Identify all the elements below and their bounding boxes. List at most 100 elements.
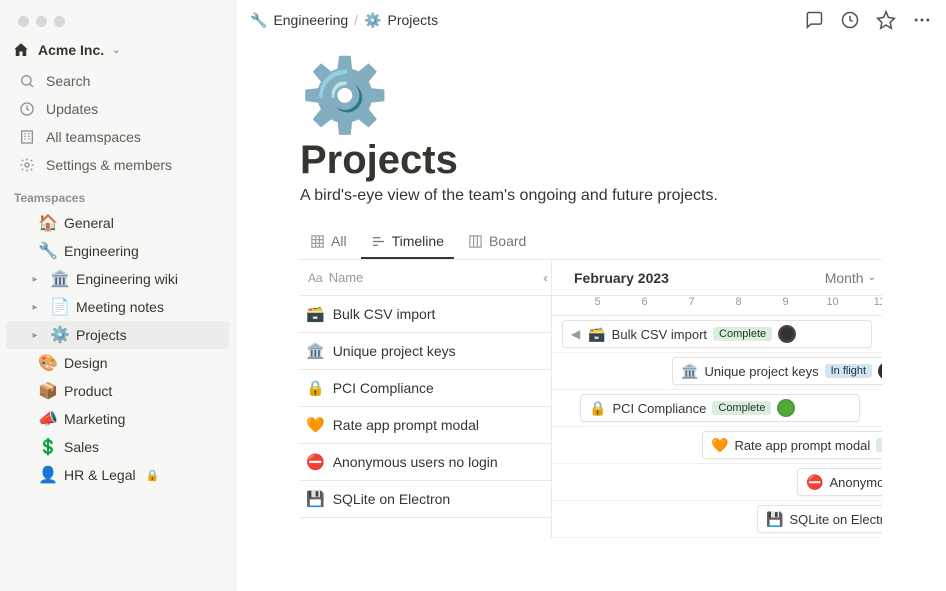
clock-history-icon[interactable] (840, 10, 860, 30)
project-emoji: 🧡 (306, 416, 325, 434)
card-emoji: 🔒 (589, 400, 606, 417)
sidebar-updates[interactable]: Updates (6, 95, 229, 123)
teamspace-item[interactable]: 🎨Design (6, 349, 229, 377)
timeline-card[interactable]: 🧡Rate app prompt modalCompl (702, 431, 882, 459)
card-emoji: ⛔ (806, 474, 823, 491)
more-icon[interactable] (912, 10, 932, 30)
timeline-date-row: 56789101112 (552, 296, 882, 316)
teamspace-label: Engineering wiki (76, 271, 178, 287)
collapse-icon[interactable]: ‹‹ (543, 271, 545, 285)
star-icon[interactable] (876, 10, 896, 30)
tab-timeline-label: Timeline (392, 233, 444, 249)
timeline-card[interactable]: 💾SQLite on ElectronPla (757, 505, 882, 533)
sidebar-teamspaces-label: All teamspaces (46, 129, 141, 145)
card-name: Rate app prompt modal (734, 438, 870, 453)
teamspaces-list: 🏠General🔧Engineering▸🏛️Engineering wiki▸… (0, 209, 235, 489)
building-icon (18, 128, 36, 146)
project-row[interactable]: 🧡 Rate app prompt modal (300, 407, 551, 444)
tab-timeline[interactable]: Timeline (361, 227, 454, 259)
teamspace-item[interactable]: ▸ 🏛️ Engineering wiki (6, 265, 229, 293)
card-emoji: 🗃️ (588, 326, 605, 343)
timeline-date-cell: 5 (574, 296, 621, 315)
teamspace-emoji: 🏛️ (50, 269, 68, 289)
sidebar-updates-label: Updates (46, 101, 98, 117)
teamspace-item[interactable]: 💲 Sales (6, 433, 229, 461)
teamspace-emoji: 🏠 (38, 213, 56, 233)
card-emoji: 💾 (766, 511, 783, 528)
topbar: 🔧 Engineering / ⚙️ Projects (236, 0, 946, 36)
page-icon[interactable]: ⚙️ (300, 60, 882, 132)
teamspace-item[interactable]: ▸⚙️Projects (6, 321, 229, 349)
topbar-actions (804, 10, 932, 30)
timeline-card[interactable]: ◀🗃️Bulk CSV importComplete (562, 320, 872, 348)
teamspace-item[interactable]: ▸📄Meeting notes (6, 293, 229, 321)
tab-all[interactable]: All (300, 227, 357, 259)
sidebar-settings[interactable]: Settings & members (6, 151, 229, 179)
window-controls (0, 10, 235, 37)
project-emoji: ⛔ (306, 453, 325, 471)
teamspaces-section-label: Teamspaces (0, 179, 235, 209)
project-row[interactable]: ⛔Anonymous users no login (300, 444, 551, 481)
breadcrumb[interactable]: 🔧 Engineering / ⚙️ Projects (250, 12, 438, 29)
disclosure-icon[interactable]: ▸ (28, 330, 42, 341)
card-emoji: 🏛️ (681, 363, 698, 380)
status-tag: Complete (713, 327, 772, 341)
workspace-switcher[interactable]: Acme Inc. ⌄ (0, 37, 235, 67)
page-title[interactable]: Projects (300, 138, 882, 183)
teamspace-emoji: 💲 (38, 437, 56, 457)
timeline-date-cell: 6 (621, 296, 668, 315)
breadcrumb-current-emoji: ⚙️ (364, 12, 381, 29)
teamspace-item[interactable]: 🔧Engineering (6, 237, 229, 265)
main-area: 🔧 Engineering / ⚙️ Projects ⚙️ Projects … (236, 0, 946, 591)
timeline-date-cell: 11 (856, 296, 882, 315)
teamspace-item[interactable]: 📣Marketing (6, 405, 229, 433)
sidebar-search[interactable]: Search (6, 67, 229, 95)
gear-icon (18, 156, 36, 174)
project-name: Rate app prompt modal (333, 417, 479, 433)
search-icon (18, 72, 36, 90)
sidebar-all-teamspaces[interactable]: All teamspaces (6, 123, 229, 151)
sidebar-settings-label: Settings & members (46, 157, 172, 173)
project-name: PCI Compliance (333, 380, 434, 396)
project-row[interactable]: 🔒 PCI Compliance (300, 370, 551, 407)
name-col-prefix: Aa (308, 271, 323, 285)
timeline-header: February 2023 Month ⌄ (552, 260, 882, 296)
card-name: SQLite on Electron (789, 512, 882, 527)
timeline-card[interactable]: 🔒PCI ComplianceComplete (580, 394, 860, 422)
tab-board[interactable]: Board (458, 227, 536, 259)
timeline-row: 🏛️Unique project keysIn flight (552, 353, 882, 390)
teamspace-item[interactable]: 🏠 General (6, 209, 229, 237)
breadcrumb-parent[interactable]: Engineering (273, 12, 348, 28)
avatar (778, 325, 796, 343)
breadcrumb-parent-emoji: 🔧 (250, 12, 267, 29)
teamspace-label: Design (64, 355, 108, 371)
teamspace-label: General (64, 215, 114, 231)
teamspace-item[interactable]: 👤HR & Legal🔒 (6, 461, 229, 489)
teamspace-emoji: 🔧 (38, 241, 56, 261)
timeline-row: ◀🗃️Bulk CSV importComplete (552, 316, 882, 353)
teamspace-emoji: ⚙️ (50, 325, 68, 345)
timeline-zoom-select[interactable]: Month ⌄ (825, 270, 876, 286)
project-row[interactable]: 💾SQLite on Electron (300, 481, 551, 518)
project-row[interactable]: 🏛️Unique project keys (300, 333, 551, 370)
avatar (777, 399, 795, 417)
project-emoji: 🔒 (306, 379, 325, 397)
project-row[interactable]: 🗃️Bulk CSV import (300, 296, 551, 333)
timeline-body: ◀🗃️Bulk CSV importComplete 🏛️Unique proje… (552, 316, 882, 538)
teamspace-item[interactable]: 📦Product (6, 377, 229, 405)
timeline-card[interactable]: ⛔Anonymous users (797, 468, 882, 496)
disclosure-icon[interactable]: ▸ (28, 274, 42, 285)
teamspace-label: Sales (64, 439, 99, 455)
chevron-down-icon: ⌄ (868, 272, 876, 283)
database-area: Aa Name ‹‹ 🗃️Bulk CSV import🏛️Unique pro… (300, 260, 882, 538)
teamspace-label: Meeting notes (76, 299, 164, 315)
timeline-date-cell: 8 (715, 296, 762, 315)
timeline-date-cell: 7 (668, 296, 715, 315)
name-column-header[interactable]: Aa Name ‹‹ (300, 260, 551, 296)
disclosure-icon[interactable]: ▸ (28, 302, 42, 313)
page-subtitle[interactable]: A bird's-eye view of the team's ongoing … (300, 187, 882, 205)
teamspace-label: HR & Legal (64, 467, 136, 483)
comment-icon[interactable] (804, 10, 824, 30)
timeline-card[interactable]: 🏛️Unique project keysIn flight (672, 357, 882, 385)
timeline-row: 💾SQLite on ElectronPla (552, 501, 882, 538)
